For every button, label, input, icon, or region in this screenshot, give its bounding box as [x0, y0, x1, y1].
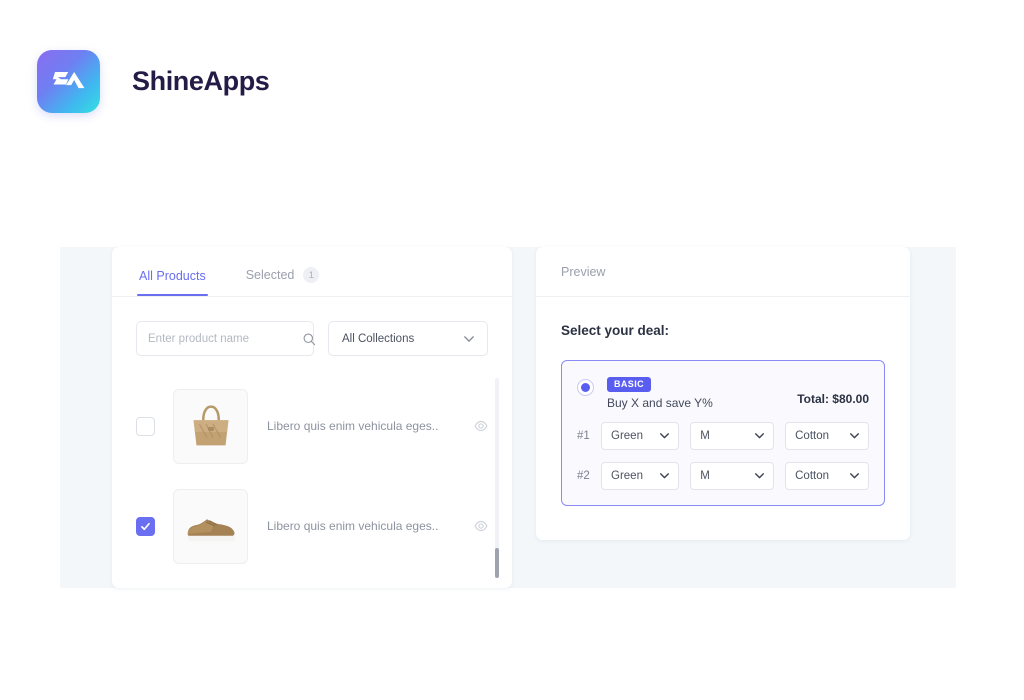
product-list: Libero quis enim vehicula eges.. Libero … [112, 376, 512, 588]
search-icon [303, 333, 316, 345]
tab-selected-badge: 1 [303, 267, 320, 283]
preview-header: Preview [536, 247, 910, 297]
product-checkbox[interactable] [136, 416, 155, 436]
preview-title: Preview [561, 264, 606, 279]
variant-1-material-select[interactable]: Cotton [785, 422, 869, 450]
chevron-down-icon [850, 473, 859, 479]
variant-2-color-value: Green [611, 470, 643, 482]
eye-icon[interactable] [474, 519, 488, 533]
table-row[interactable]: Libero quis enim vehicula eges.. [112, 376, 512, 476]
deal-total: Total: $80.00 [797, 392, 869, 406]
chevron-down-icon [660, 433, 670, 439]
variant-number: #1 [577, 430, 590, 442]
products-panel: All Products Selected 1 All Collections [112, 247, 512, 588]
tab-selected[interactable]: Selected 1 [244, 267, 322, 296]
variant-2-size-value: M [700, 470, 710, 482]
variant-1-color-value: Green [611, 430, 643, 442]
search-box[interactable] [136, 321, 316, 356]
check-icon [141, 522, 150, 530]
deal-info: BASIC Buy X and save Y% [607, 374, 797, 410]
variant-2-material-select[interactable]: Cotton [785, 462, 869, 490]
deal-option-header: BASIC Buy X and save Y% Total: $80.00 [577, 374, 869, 410]
chevron-down-icon [464, 335, 474, 342]
chevron-down-icon [755, 433, 765, 439]
variant-2-color-select[interactable]: Green [601, 462, 680, 490]
variant-row-2: #2 Green M Cotton [577, 462, 869, 490]
product-checkbox[interactable] [136, 516, 155, 536]
page-root: ShineApps All Products Selected 1 Enter … [0, 0, 1024, 700]
product-name: Libero quis enim vehicula eges.. [267, 519, 439, 533]
app-shell: All Products Selected 1 All Collections [60, 247, 956, 588]
product-name: Libero quis enim vehicula eges.. [267, 419, 439, 433]
tab-all-products-label: All Products [139, 269, 206, 283]
deal-radio-button[interactable] [577, 379, 594, 396]
chevron-down-icon [755, 473, 765, 479]
variant-2-size-select[interactable]: M [690, 462, 775, 490]
product-thumbnail-handbag [173, 388, 248, 464]
shineapps-logo-icon [37, 50, 100, 113]
preview-body: Select your deal: BASIC Buy X and save Y… [536, 297, 910, 506]
tab-all-products[interactable]: All Products [137, 269, 208, 296]
collections-select-value: All Collections [342, 332, 415, 345]
chevron-down-icon [850, 433, 859, 439]
variant-row-1: #1 Green M Cotton [577, 422, 869, 450]
variant-1-material-value: Cotton [795, 430, 830, 442]
brand-name: ShineApps [132, 66, 270, 96]
table-row[interactable]: Libero quis enim vehicula eges.. [112, 476, 512, 576]
product-thumbnail-sneaker [173, 488, 248, 564]
collections-select[interactable]: All Collections [328, 321, 488, 356]
search-input[interactable] [148, 332, 302, 345]
eye-icon[interactable] [474, 419, 488, 433]
radio-dot-icon [581, 383, 590, 392]
variant-1-color-select[interactable]: Green [601, 422, 680, 450]
deal-description: Buy X and save Y% [607, 396, 713, 410]
deal-option-card[interactable]: BASIC Buy X and save Y% Total: $80.00 #1… [561, 360, 885, 506]
variant-2-material-value: Cotton [795, 470, 830, 482]
preview-panel: Preview Select your deal: BASIC Buy X an… [536, 247, 910, 540]
chevron-down-icon [660, 473, 670, 479]
brand-header: ShineApps [37, 50, 270, 113]
variant-1-size-select[interactable]: M [690, 422, 775, 450]
tab-selected-label: Selected [245, 268, 295, 282]
product-list-scrollbar-thumb[interactable] [495, 548, 499, 578]
tabs-bar: All Products Selected 1 [112, 247, 512, 297]
variant-1-size-value: M [700, 430, 710, 442]
variant-number: #2 [577, 470, 590, 482]
status-badge: BASIC [607, 376, 652, 392]
deal-prompt-label: Select your deal: [561, 323, 670, 338]
filters-row: All Collections [112, 297, 512, 356]
